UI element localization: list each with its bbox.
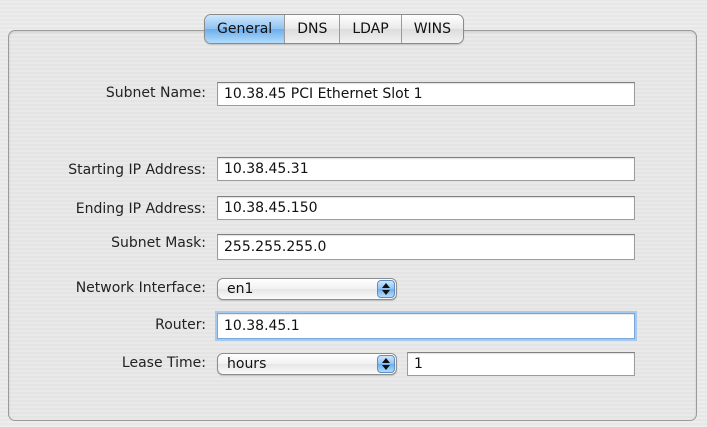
router-label: Router:	[155, 317, 206, 333]
starting-ip-field[interactable]: 10.38.45.31	[217, 157, 635, 181]
network-interface-value: en1	[227, 281, 254, 297]
up-down-arrows-icon	[377, 280, 395, 298]
subnet-mask-label: Subnet Mask:	[111, 235, 206, 251]
tab-bar: General DNS LDAP WINS	[204, 14, 465, 44]
subnet-name-field[interactable]: 10.38.45 PCI Ethernet Slot 1	[217, 82, 635, 106]
tab-general[interactable]: General	[205, 15, 285, 43]
tab-wins[interactable]: WINS	[400, 15, 464, 43]
ending-ip-label: Ending IP Address:	[75, 201, 206, 217]
tab-dns[interactable]: DNS	[284, 15, 340, 43]
up-down-arrows-icon	[377, 355, 395, 373]
lease-time-unit-select[interactable]: hours	[217, 353, 397, 375]
lease-time-value-field[interactable]: 1	[407, 352, 635, 376]
subnet-mask-field[interactable]: 255.255.255.0	[217, 234, 635, 260]
tab-ldap[interactable]: LDAP	[339, 15, 401, 43]
subnet-name-label: Subnet Name:	[105, 85, 206, 101]
network-interface-label: Network Interface:	[75, 280, 206, 296]
lease-time-label: Lease Time:	[121, 355, 206, 371]
ending-ip-field[interactable]: 10.38.45.150	[217, 196, 635, 220]
starting-ip-label: Starting IP Address:	[68, 162, 206, 178]
lease-time-unit-value: hours	[227, 356, 267, 372]
router-field[interactable]: 10.38.45.1	[217, 313, 635, 339]
network-interface-select[interactable]: en1	[217, 278, 397, 300]
